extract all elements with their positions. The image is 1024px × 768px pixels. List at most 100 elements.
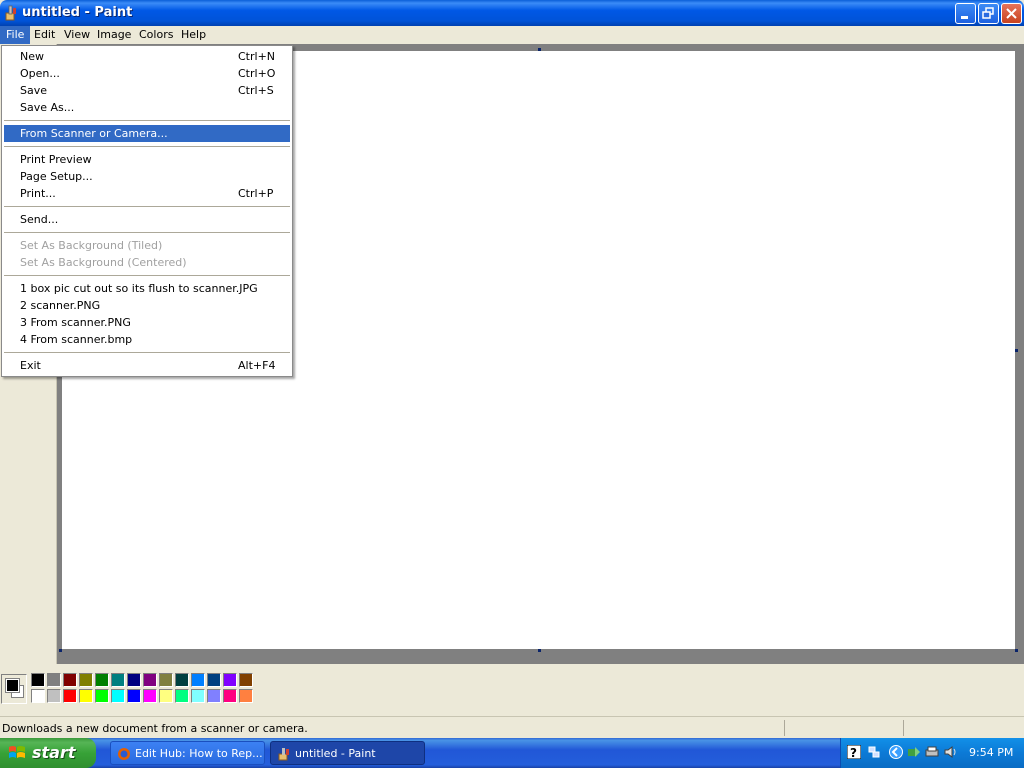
menu-item-save[interactable]: Save Ctrl+S [4,82,290,99]
palette-swatch[interactable] [95,673,109,687]
palette-swatch[interactable] [191,673,205,687]
palette-swatch[interactable] [159,673,173,687]
menu-item-label: Exit [20,359,41,372]
current-colors-indicator [1,674,27,704]
palette-swatch[interactable] [175,689,189,703]
close-icon [1006,8,1017,19]
palette-swatch[interactable] [143,689,157,703]
paint-app-icon[interactable] [4,5,18,21]
palette-swatch[interactable] [127,689,141,703]
menu-item-label: Set As Background (Centered) [20,256,187,269]
canvas-resize-handle-top[interactable] [538,48,541,51]
menu-item-set-background-tiled: Set As Background (Tiled) [4,237,290,254]
menu-item-print-preview[interactable]: Print Preview [4,151,290,168]
firefox-icon [118,748,130,760]
start-button[interactable]: start [0,738,96,768]
menu-separator [4,146,290,147]
palette-swatch[interactable] [95,689,109,703]
palette-swatch[interactable] [191,689,205,703]
menu-item-label: From Scanner or Camera... [20,127,168,140]
menu-item-label: Print... [20,187,56,200]
menu-separator [4,352,290,353]
menu-file[interactable]: File [0,26,31,44]
back-arrow-icon[interactable] [889,745,903,759]
menu-item-send[interactable]: Send... [4,211,290,228]
menu-item-label: 2 scanner.PNG [20,299,101,312]
menu-separator [4,232,290,233]
status-bar: Downloads a new document from a scanner … [0,716,1024,739]
palette-swatch[interactable] [63,689,77,703]
palette-swatch[interactable] [111,689,125,703]
palette-swatch[interactable] [31,673,45,687]
printer-icon[interactable] [925,745,939,759]
canvas-resize-handle-bottom[interactable] [538,649,541,652]
minimize-button[interactable] [955,3,976,24]
menu-separator [4,120,290,121]
palette-swatch[interactable] [223,673,237,687]
palette-swatch[interactable] [47,689,61,703]
palette-swatch[interactable] [143,673,157,687]
palette-swatch[interactable] [31,689,45,703]
status-text: Downloads a new document from a scanner … [2,722,308,735]
close-button[interactable] [1001,3,1022,24]
safely-remove-icon[interactable] [907,745,921,759]
menu-item-shortcut: Ctrl+P [238,187,274,200]
menu-help[interactable]: Help [175,26,212,44]
menu-colors[interactable]: Colors [133,26,179,44]
menu-item-label: Page Setup... [20,170,93,183]
title-bar: untitled - Paint [0,0,1024,26]
menu-item-save-as[interactable]: Save As... [4,99,290,116]
status-panel-coords [784,720,785,736]
menu-item-exit[interactable]: Exit Alt+F4 [4,357,290,374]
menu-edit[interactable]: Edit [28,26,61,44]
network-icon[interactable] [867,745,881,759]
menu-item-label: Save [20,84,48,97]
palette-swatch[interactable] [239,689,253,703]
menu-item-set-background-centered: Set As Background (Centered) [4,254,290,271]
canvas-resize-handle-bottom-left[interactable] [59,649,62,652]
palette-swatch[interactable] [175,673,189,687]
taskbar: start Edit Hub: How to Rep... untitled -… [0,738,1024,768]
palette-swatch[interactable] [79,689,93,703]
palette-swatch[interactable] [239,673,253,687]
menu-item-recent-1[interactable]: 1 box pic cut out so its flush to scanne… [4,280,290,297]
menu-item-shortcut: Ctrl+S [238,84,274,97]
menu-item-label: Save As... [20,101,75,114]
paint-icon [278,748,289,761]
menu-item-print[interactable]: Print... Ctrl+P [4,185,290,202]
palette-swatch[interactable] [207,689,221,703]
palette-swatch[interactable] [127,673,141,687]
taskbar-item-paint[interactable]: untitled - Paint [270,741,425,765]
palette-swatch[interactable] [207,673,221,687]
menu-item-recent-4[interactable]: 4 From scanner.bmp [4,331,290,348]
menu-image[interactable]: Image [91,26,137,44]
system-tray: ? 9:54 PM [840,738,1024,768]
palette-swatch[interactable] [159,689,173,703]
palette-swatch[interactable] [223,689,237,703]
restore-button[interactable] [978,3,999,24]
menu-item-new[interactable]: New Ctrl+N [4,48,290,65]
status-panel-size [903,720,904,736]
menu-item-recent-3[interactable]: 3 From scanner.PNG [4,314,290,331]
menu-item-open[interactable]: Open... Ctrl+O [4,65,290,82]
menu-item-recent-2[interactable]: 2 scanner.PNG [4,297,290,314]
palette-swatch[interactable] [63,673,77,687]
canvas-resize-handle-corner[interactable] [1015,649,1018,652]
menu-item-label: New [20,50,44,63]
menu-item-from-scanner[interactable]: From Scanner or Camera... [4,125,290,142]
taskbar-item-firefox[interactable]: Edit Hub: How to Rep... [110,741,265,765]
taskbar-clock: 9:54 PM [969,746,1014,759]
menu-item-shortcut: Ctrl+N [238,50,276,63]
canvas-resize-handle-right[interactable] [1015,349,1018,352]
palette-swatch[interactable] [79,673,93,687]
palette-swatch[interactable] [111,673,125,687]
window-title: untitled - Paint [22,5,133,20]
menu-item-shortcut: Alt+F4 [238,359,276,372]
volume-icon[interactable] [943,745,957,759]
minimize-icon [961,16,968,19]
foreground-color-swatch [5,678,20,693]
menu-item-page-setup[interactable]: Page Setup... [4,168,290,185]
help-icon[interactable]: ? [847,745,861,759]
palette-swatch[interactable] [47,673,61,687]
taskbar-item-label: untitled - Paint [295,747,376,760]
